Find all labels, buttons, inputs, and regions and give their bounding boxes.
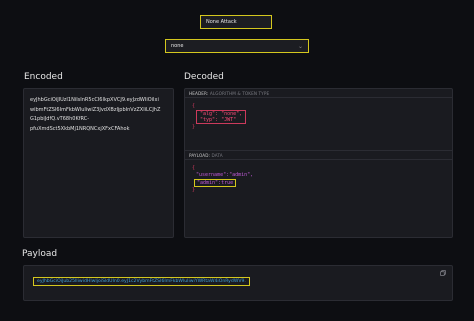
payload-token-text[interactable]: eyJhbGciOiJub25lIiwidHlwIjoiSldUIn0.eyJ1… [33,277,250,286]
encoded-line: eyJhbGciOiJIUzI1NiIsInR5cCI6IkpXVCJ9.eyJ… [30,97,159,103]
algorithm-select[interactable]: none ⌄ [165,39,309,53]
decoded-panel: HEADER: ALGORITHM & TOKEN TYPE { "alg": … [184,88,453,238]
json-open-brace: { [192,165,196,171]
payload-section-title: PAYLOAD: DATA [185,151,452,160]
header-typ-entry: "typ": "JWT" [200,117,237,123]
encoded-line: pfuXmdSct5XkbMj1NRQNCxjXFxCFAhok [30,125,130,132]
payload-sublabel: DATA [211,153,223,158]
attack-type-value: None Attack [206,19,237,25]
payload-admin-entry: "admin":true [194,179,237,187]
payload-label: PAYLOAD: [189,153,211,158]
payload-output: eyJhbGciOiJub25lIiwidHlwIjoiSldUIn0.eyJ1… [23,265,453,301]
payload-heading: Payload [22,249,58,259]
json-open-brace: { [192,103,196,109]
encoded-heading: Encoded [24,72,63,82]
algorithm-value: none [171,43,184,49]
attack-type-select[interactable]: None Attack [200,15,272,29]
encoded-line: wibmFtZSI6ImFkbWluIiwiZ3JvdXBzIjpbInVzZX… [30,106,161,113]
json-close-brace: } [192,187,196,193]
header-json-highlight: "alg": "none", "typ": "JWT" [196,110,247,124]
payload-json-editor[interactable]: { "username":"admin", "admin":true } [185,160,452,199]
json-close-brace: } [192,124,196,130]
encoded-line: G1pbiJdfQ.vT68h0KfRC- [30,116,90,122]
payload-username-entry: "username":"admin", [196,172,254,178]
header-sublabel: ALGORITHM & TOKEN TYPE [209,91,270,96]
header-section-title: HEADER: ALGORITHM & TOKEN TYPE [185,89,452,98]
decoded-heading: Decoded [184,72,224,82]
header-label: HEADER: [189,91,209,96]
encoded-token-textarea[interactable]: eyJhbGciOiJIUzI1NiIsInR5cCI6IkpXVCJ9.eyJ… [23,88,174,238]
header-json-editor[interactable]: { "alg": "none", "typ": "JWT" } [185,98,452,151]
chevron-down-icon: ⌄ [297,42,303,50]
copy-icon[interactable] [440,270,446,276]
